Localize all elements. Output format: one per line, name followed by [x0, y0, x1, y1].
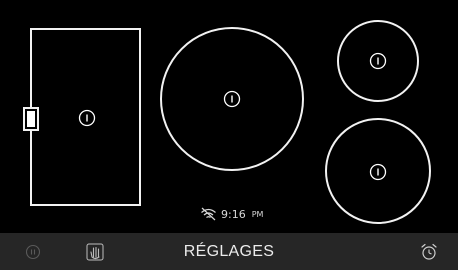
bridge-toggle-handle[interactable]: [23, 107, 39, 131]
alarm-clock-icon[interactable]: [420, 243, 438, 261]
clock-ampm: PM: [251, 209, 264, 219]
power-icon[interactable]: [222, 89, 242, 109]
power-icon[interactable]: [368, 162, 388, 182]
wifi-off-icon: [201, 207, 216, 221]
bottom-bar: RÉGLAGES: [0, 233, 458, 270]
power-icon[interactable]: [368, 51, 388, 71]
settings-button[interactable]: RÉGLAGES: [0, 243, 458, 261]
power-icon[interactable]: [77, 108, 97, 128]
status-line: 9:16 PM: [200, 205, 263, 223]
clock-time: 9:16: [221, 207, 246, 221]
